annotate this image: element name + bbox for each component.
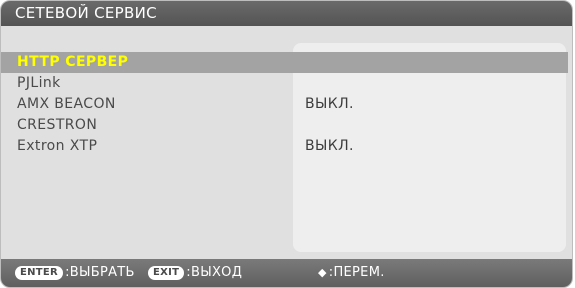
menu-item-extron-xtp[interactable]: Extron XTP ВЫКЛ. (1, 136, 568, 157)
menu-item-value: ВЫКЛ. (305, 96, 354, 112)
exit-key-icon: EXIT (148, 266, 185, 280)
menu-item-http-server[interactable]: HTTP СЕРВЕР (1, 52, 568, 73)
menu-item-crestron[interactable]: CRESTRON (1, 115, 568, 136)
enter-action-label: :ВЫБРАТЬ (65, 265, 135, 280)
move-action-label: :ПЕРЕМ. (328, 265, 385, 280)
menu-item-value: ВЫКЛ. (305, 138, 354, 154)
move-hint: ◆ :ПЕРЕМ. (318, 259, 385, 287)
menu-item-label: PJLink (17, 75, 61, 91)
menu-item-label: AMX BEACON (17, 96, 116, 112)
up-down-arrows-icon: ◆ (318, 266, 327, 279)
menu-body: HTTP СЕРВЕР PJLink AMX BEACON ВЫКЛ. CRES… (1, 26, 572, 259)
exit-hint: EXIT :ВЫХОД (148, 259, 242, 287)
window-title: СЕТЕВОЙ СЕРВИС (1, 1, 572, 26)
enter-key-icon: ENTER (15, 266, 64, 280)
menu-item-pjlink[interactable]: PJLink (1, 73, 568, 94)
enter-hint: ENTER :ВЫБРАТЬ (15, 259, 135, 287)
menu-item-label: CRESTRON (17, 117, 98, 133)
exit-action-label: :ВЫХОД (186, 265, 243, 280)
menu-item-label: HTTP СЕРВЕР (17, 54, 129, 70)
menu-list: HTTP СЕРВЕР PJLink AMX BEACON ВЫКЛ. CRES… (1, 52, 568, 157)
network-service-window: СЕТЕВОЙ СЕРВИС HTTP СЕРВЕР PJLink AMX BE… (0, 0, 573, 288)
footer-hints: ENTER :ВЫБРАТЬ EXIT :ВЫХОД ◆ :ПЕРЕМ. (1, 259, 572, 287)
menu-item-amx-beacon[interactable]: AMX BEACON ВЫКЛ. (1, 94, 568, 115)
menu-item-label: Extron XTP (17, 138, 98, 154)
